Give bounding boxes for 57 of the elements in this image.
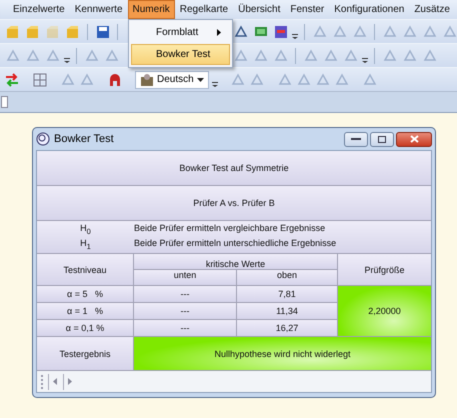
- menu-item[interactable]: Kennwerte: [70, 0, 128, 19]
- table-cell: ---: [134, 286, 236, 302]
- menu-item[interactable]: Numerik: [128, 0, 175, 19]
- table-cell: α = 5 %: [37, 286, 133, 302]
- folder-icon[interactable]: [64, 23, 81, 40]
- right-arrow-icon: [68, 378, 72, 385]
- magnifier-icon: [36, 132, 50, 146]
- previous-button[interactable]: [48, 374, 60, 390]
- minimize-icon: [351, 137, 361, 141]
- hypothesis-text: Beide Prüfer ermitteln unterschiedliche Ergebnisse: [134, 238, 336, 250]
- folder-icon[interactable]: [24, 23, 41, 40]
- folder-icon[interactable]: [4, 23, 21, 40]
- table-cell: Testergebnis: [37, 337, 133, 370]
- menu-item[interactable]: Konfigurationen: [329, 0, 410, 19]
- column-header: kritische Werte: [134, 254, 337, 269]
- test-statistic-cell: 2,20000: [338, 286, 431, 336]
- table-cell: Prüfer A vs. Prüfer B: [37, 186, 431, 220]
- hypothesis-text: Beide Prüfer ermitteln vergleichbare Ergebnisse: [134, 223, 326, 236]
- column-header: unten: [134, 270, 236, 285]
- menu-item[interactable]: Formblatt: [131, 22, 230, 43]
- result-cell: Nullhypothese wird nicht widerlegt: [134, 337, 431, 370]
- menu-item[interactable]: Zusätze: [409, 0, 455, 19]
- arrows-icon[interactable]: [4, 71, 20, 88]
- menu-item[interactable]: Übersicht: [233, 0, 286, 19]
- maximize-icon: [378, 136, 386, 142]
- menu-item[interactable]: Bowker Test: [131, 44, 230, 65]
- document-icon[interactable]: [1, 96, 8, 108]
- tool-icon[interactable]: [232, 23, 249, 40]
- grip-icon: [41, 374, 45, 388]
- minimize-button[interactable]: [344, 132, 368, 146]
- menu-item[interactable]: Einzelwerte: [8, 0, 70, 19]
- table-cell: 16,27: [237, 320, 337, 336]
- column-header: Prüfgröße: [338, 254, 431, 285]
- building-icon: [140, 72, 154, 86]
- hypothesis-symbol: H$_{0}$: [79, 223, 92, 236]
- close-button[interactable]: [396, 132, 432, 146]
- column-header: Testniveau: [37, 254, 133, 285]
- table-cell: 11,34: [237, 303, 337, 319]
- hypothesis-symbol: H$_{1}$: [79, 238, 92, 251]
- caret-icon: [196, 78, 204, 82]
- table-cell: ---: [134, 303, 236, 319]
- grid-icon[interactable]: [32, 71, 48, 88]
- table-cell: α = 1 %: [37, 303, 133, 319]
- table-cell: α = 0,1 %: [37, 320, 133, 336]
- menu-item[interactable]: Regelkarte: [174, 0, 234, 19]
- table-cell: 7,81: [237, 286, 337, 302]
- chart-icon[interactable]: [272, 23, 289, 40]
- window-title: Bowker Test: [54, 133, 115, 145]
- table-heading: Bowker Test auf Symmetrie: [37, 151, 431, 185]
- table-cell: ---: [134, 320, 236, 336]
- column-header: oben: [237, 270, 337, 285]
- menu-item[interactable]: Fenster: [285, 0, 330, 19]
- arch-icon[interactable]: [107, 71, 123, 88]
- close-icon: [410, 135, 418, 143]
- maximize-button[interactable]: [370, 132, 394, 146]
- left-arrow-icon: [52, 378, 56, 385]
- language-dropdown[interactable]: Deutsch: [135, 70, 209, 88]
